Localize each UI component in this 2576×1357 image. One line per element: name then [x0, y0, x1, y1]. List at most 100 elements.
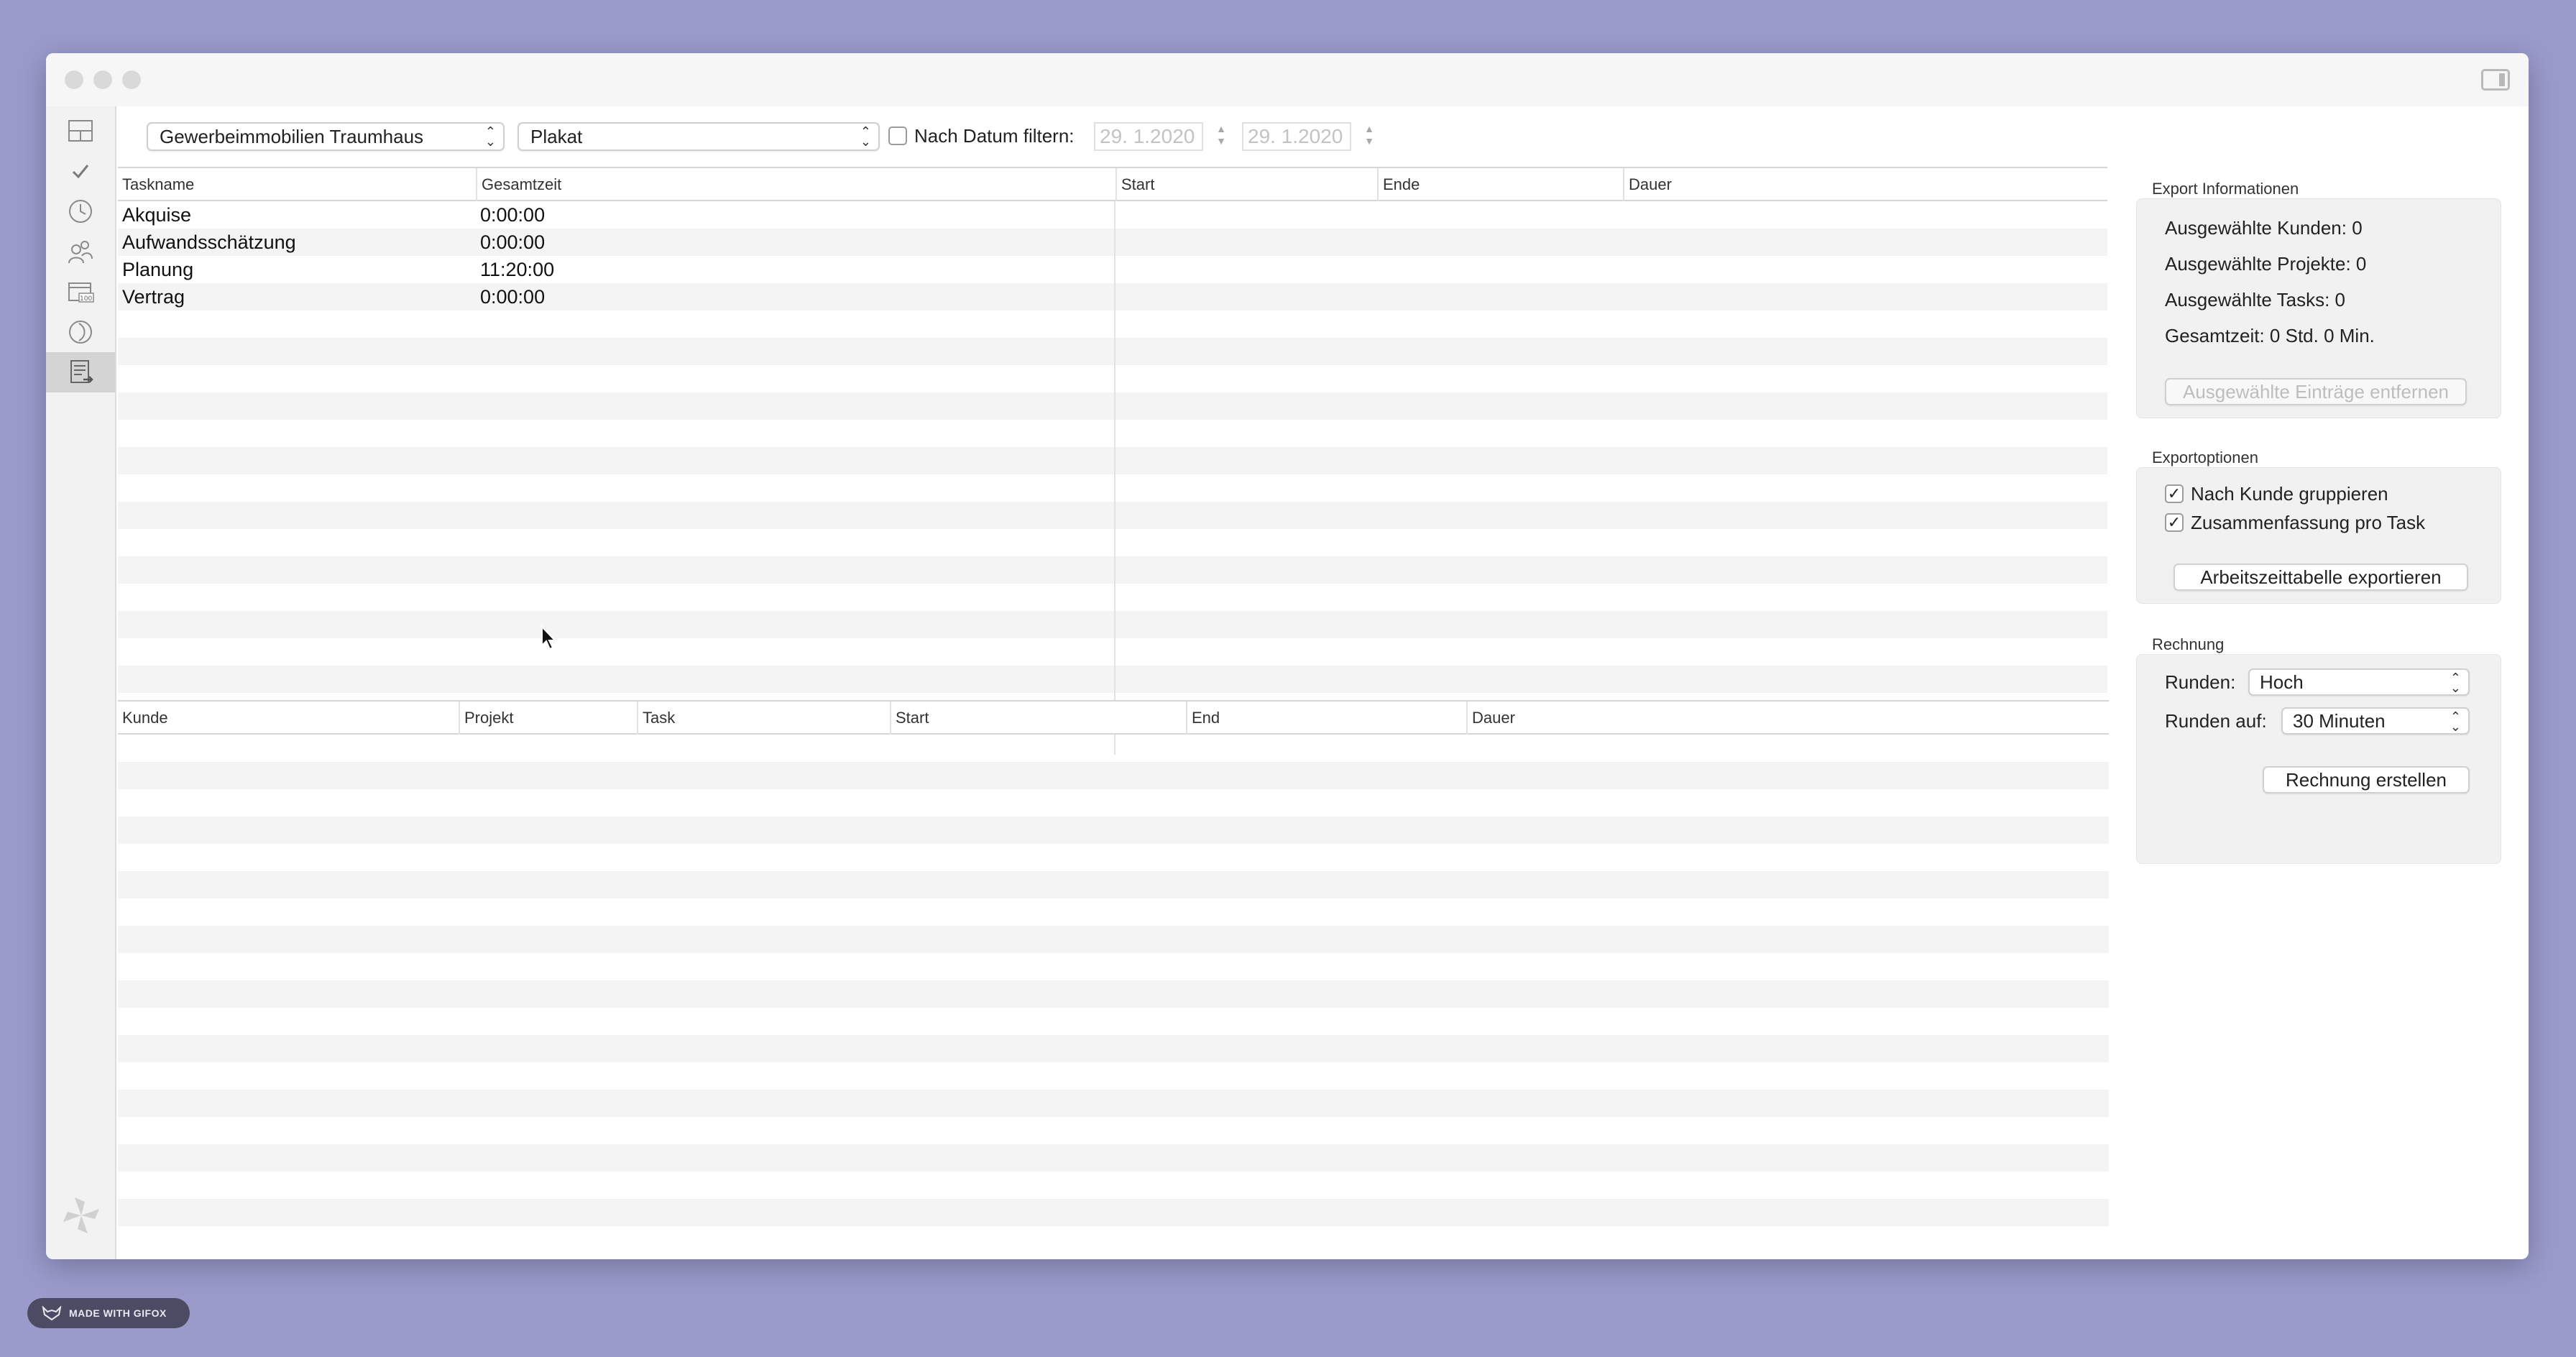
task-name-cell: Planung [122, 259, 194, 280]
table-row[interactable] [118, 1172, 2109, 1199]
pinwheel-icon [63, 1197, 99, 1233]
round-to-select[interactable]: 30 Minuten ⌃ ⌄ [2281, 707, 2470, 735]
table-row[interactable] [118, 638, 2107, 666]
table-row[interactable] [118, 871, 2109, 898]
sidebar-item-reports[interactable] [46, 312, 115, 352]
sidebar-item-statistics[interactable]: 100 [46, 272, 115, 312]
table-row[interactable]: Akquise 0:00:00 [118, 201, 2107, 229]
table-row[interactable]: Vertrag 0:00:00 [118, 283, 2107, 310]
table-row[interactable] [118, 1090, 2109, 1117]
date-to-field[interactable]: 29. 1.2020 [1242, 122, 1351, 151]
table-row[interactable] [118, 420, 2107, 447]
column-header-start[interactable]: Start [890, 702, 1186, 735]
total-time: Gesamtzeit: 0 Std. 0 Min. [2165, 325, 2375, 346]
date-to-stepper[interactable]: ▲ ▼ [1361, 123, 1377, 150]
watermark-text: MADE WITH GIFOX [69, 1307, 167, 1319]
group-by-customer-checkbox[interactable]: ✓ [2165, 484, 2184, 503]
table-row[interactable] [118, 502, 2107, 529]
task-name-cell: Aufwandsschätzung [122, 231, 296, 253]
sidebar-toggle-icon[interactable] [2481, 69, 2510, 91]
date-from-field[interactable]: 29. 1.2020 [1094, 122, 1203, 151]
close-window-button[interactable] [65, 70, 83, 89]
table-row[interactable] [118, 926, 2109, 953]
column-header-projekt[interactable]: Projekt [459, 702, 637, 735]
column-header-task[interactable]: Task [637, 702, 890, 735]
column-header-taskname[interactable]: Taskname [118, 168, 476, 201]
export-timesheet-button[interactable]: Arbeitszeittabelle exportieren [2174, 564, 2468, 591]
table-row[interactable] [118, 392, 2107, 420]
zoom-window-button[interactable] [122, 70, 141, 89]
selected-customers-count: Ausgewählte Kunden: 0 [2165, 217, 2363, 239]
date-from-stepper[interactable]: ▲ ▼ [1213, 123, 1229, 150]
table-row[interactable] [118, 816, 2109, 844]
table-row[interactable]: Aufwandsschätzung 0:00:00 [118, 229, 2107, 256]
table-row[interactable] [118, 1144, 2109, 1172]
table-row[interactable]: Planung 11:20:00 [118, 256, 2107, 283]
table-row[interactable] [118, 762, 2109, 789]
sidebar-item-customers[interactable] [46, 231, 115, 272]
round-to-select-value: 30 Minuten [2293, 710, 2386, 732]
column-header-dauer[interactable]: Dauer [1623, 168, 2107, 201]
table-row[interactable] [118, 1199, 2109, 1226]
table-row[interactable] [118, 474, 2107, 502]
checkmark-icon [72, 165, 89, 179]
column-header-ende[interactable]: Ende [1377, 168, 1623, 201]
people-icon [68, 241, 93, 264]
column-header-start[interactable]: Start [1116, 168, 1377, 201]
table-row[interactable] [118, 844, 2109, 871]
table-row[interactable] [118, 735, 2109, 762]
sidebar-item-dashboard[interactable] [46, 111, 115, 151]
table-row[interactable] [118, 898, 2109, 926]
table-row[interactable] [118, 338, 2107, 365]
table-row[interactable] [118, 789, 2109, 816]
sidebar-item-tasks[interactable] [46, 151, 115, 191]
column-header-kunde[interactable]: Kunde [118, 702, 459, 735]
table-row[interactable] [118, 611, 2107, 638]
remove-selected-button[interactable]: Ausgewählte Einträge entfernen [2165, 378, 2467, 405]
tasks-table-header: Taskname Gesamtzeit Start Ende Dauer [118, 167, 2107, 201]
table-row[interactable] [118, 447, 2107, 474]
table-row[interactable] [118, 584, 2107, 611]
clock-icon [69, 200, 92, 223]
selected-tasks-count: Ausgewählte Tasks: 0 [2165, 289, 2345, 310]
customer-select[interactable]: Gewerbeimmobilien Traumhaus ⌃ ⌄ [147, 122, 505, 151]
chevron-updown-icon: ⌃ ⌄ [2450, 671, 2461, 695]
column-header-end[interactable]: End [1186, 702, 1466, 735]
summary-per-task-checkbox[interactable]: ✓ [2165, 513, 2184, 532]
table-row[interactable] [118, 666, 2107, 693]
export-info-title: Export Informationen [2152, 180, 2299, 198]
table-row[interactable] [118, 1035, 2109, 1062]
table-row[interactable] [118, 310, 2107, 338]
mouse-cursor-icon [541, 625, 557, 650]
table-row[interactable] [118, 1226, 2109, 1254]
moon-icon [69, 321, 92, 344]
table-row[interactable] [118, 365, 2107, 392]
table-row[interactable] [118, 1008, 2109, 1035]
table-row[interactable] [118, 1062, 2109, 1090]
app-window: 100 Gewerbeimmobilien Traumhaus ⌃ ⌄ Plaka… [46, 53, 2529, 1259]
title-bar [46, 53, 2529, 106]
table-row[interactable] [118, 1117, 2109, 1144]
project-select[interactable]: Plakat ⌃ ⌄ [518, 122, 880, 151]
minimize-window-button[interactable] [93, 70, 112, 89]
table-row[interactable] [118, 953, 2109, 980]
sidebar-item-timer[interactable] [46, 191, 115, 231]
chevron-updown-icon: ⌃ ⌄ [2450, 709, 2461, 734]
dashboard-icon [68, 120, 93, 142]
task-total-time-cell: 0:00:00 [480, 286, 546, 308]
svg-text:100: 100 [80, 295, 92, 303]
column-header-dauer[interactable]: Dauer [1466, 702, 2109, 735]
round-to-label: Runden auf: [2165, 710, 2267, 732]
tasks-table: Taskname Gesamtzeit Start Ende Dauer Akq… [118, 167, 2107, 755]
table-row[interactable] [118, 529, 2107, 556]
table-row[interactable] [118, 556, 2107, 584]
export-options-title: Exportoptionen [2152, 448, 2258, 466]
sidebar-item-export[interactable] [46, 352, 115, 392]
column-header-gesamtzeit[interactable]: Gesamtzeit [476, 168, 1116, 201]
selected-projects-count: Ausgewählte Projekte: 0 [2165, 253, 2367, 275]
date-filter-checkbox[interactable] [888, 126, 907, 145]
create-invoice-button[interactable]: Rechnung erstellen [2263, 766, 2470, 794]
table-row[interactable] [118, 980, 2109, 1008]
task-total-time-cell: 0:00:00 [480, 204, 546, 226]
rounding-select[interactable]: Hoch ⌃ ⌄ [2248, 668, 2470, 696]
